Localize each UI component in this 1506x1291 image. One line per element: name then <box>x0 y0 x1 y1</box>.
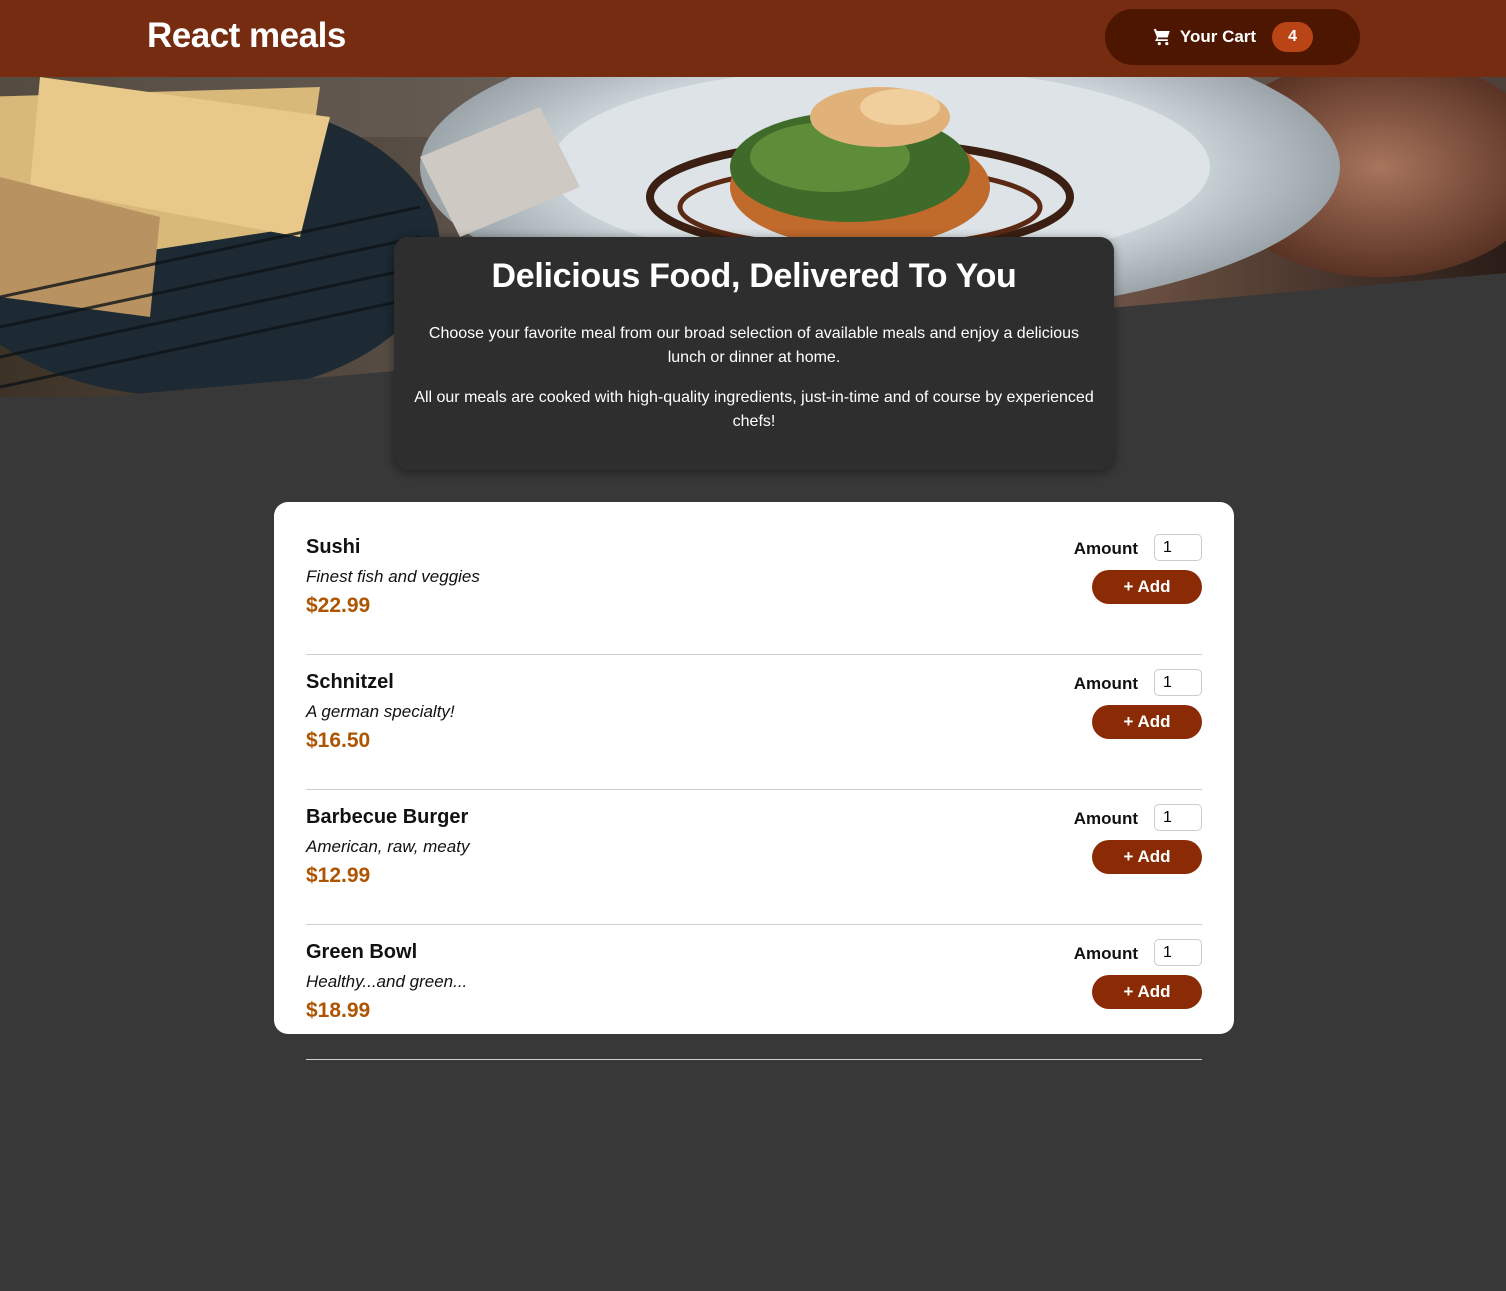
brand-title: React meals <box>147 16 346 55</box>
meals-list: Sushi Finest fish and veggies $22.99 Amo… <box>306 534 1202 1060</box>
meal-description: Healthy...and green... <box>306 972 468 991</box>
amount-label: Amount <box>1073 674 1138 693</box>
add-button[interactable]: + Add <box>1092 975 1202 1009</box>
summary-title: Delicious Food, Delivered To You <box>491 257 1017 295</box>
add-button[interactable]: + Add <box>1092 705 1202 739</box>
amount-input[interactable] <box>1154 804 1202 831</box>
meal-name: Green Bowl <box>306 941 418 963</box>
meal-description: Finest fish and veggies <box>306 567 480 586</box>
cart-label: Your Cart <box>1179 27 1257 46</box>
amount-label: Amount <box>1073 539 1138 558</box>
meal-price: $22.99 <box>306 594 371 617</box>
amount-input[interactable] <box>1154 534 1202 561</box>
amount-input[interactable] <box>1154 939 1202 966</box>
add-button[interactable]: + Add <box>1092 570 1202 604</box>
meal-name: Sushi <box>306 536 361 558</box>
cart-button[interactable]: Your Cart 4 <box>1105 9 1360 65</box>
meal-price: $16.50 <box>306 729 371 752</box>
meals-card: Sushi Finest fish and veggies $22.99 Amo… <box>274 502 1234 1060</box>
meal-price: $12.99 <box>306 864 371 887</box>
summary-paragraph-1: Choose your favorite meal from our broad… <box>428 325 1080 366</box>
meal-item: Barbecue Burger American, raw, meaty $12… <box>306 804 1202 925</box>
meal-name: Barbecue Burger <box>306 806 469 828</box>
meal-item: Schnitzel A german specialty! $16.50 Amo… <box>306 669 1202 790</box>
cart-icon <box>1152 27 1172 47</box>
meal-item: Green Bowl Healthy...and green... $18.99… <box>306 939 1202 1060</box>
amount-label: Amount <box>1073 809 1138 828</box>
summary-card: Delicious Food, Delivered To You Choose … <box>394 237 1114 470</box>
amount-input[interactable] <box>1154 669 1202 696</box>
meal-item: Sushi Finest fish and veggies $22.99 Amo… <box>306 534 1202 655</box>
app-header: React meals Your Cart 4 <box>0 0 1506 77</box>
meal-description: A german specialty! <box>306 702 455 721</box>
amount-label: Amount <box>1073 944 1138 963</box>
cart-count-badge: 4 <box>1272 22 1314 52</box>
add-button[interactable]: + Add <box>1092 840 1202 874</box>
meal-name: Schnitzel <box>306 671 394 693</box>
meal-description: American, raw, meaty <box>306 837 470 856</box>
meal-price: $18.99 <box>306 999 371 1022</box>
summary-paragraph-2: All our meals are cooked with high-quali… <box>414 389 1094 430</box>
